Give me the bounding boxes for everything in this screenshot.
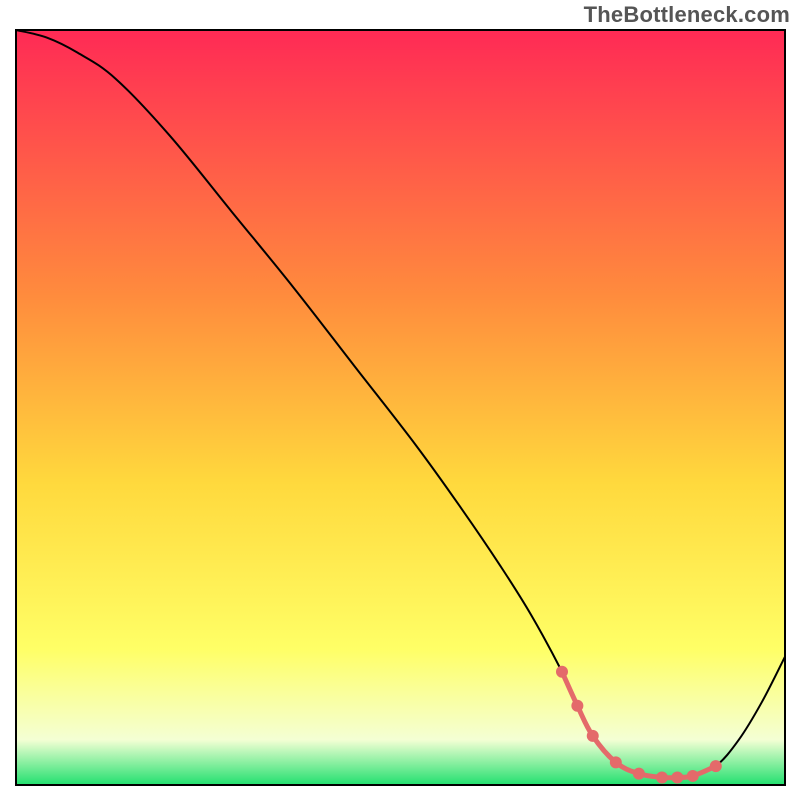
optimal-zone-marker xyxy=(556,666,568,678)
chart-gradient-background xyxy=(16,30,785,785)
bottleneck-chart xyxy=(0,0,800,800)
optimal-zone-marker xyxy=(656,771,668,783)
optimal-zone-marker xyxy=(571,700,583,712)
optimal-zone-marker xyxy=(587,730,599,742)
optimal-zone-marker xyxy=(710,760,722,772)
watermark: TheBottleneck.com xyxy=(584,2,790,28)
optimal-zone-marker xyxy=(610,756,622,768)
optimal-zone-marker xyxy=(687,770,699,782)
optimal-zone-marker xyxy=(671,771,683,783)
optimal-zone-marker xyxy=(633,768,645,780)
